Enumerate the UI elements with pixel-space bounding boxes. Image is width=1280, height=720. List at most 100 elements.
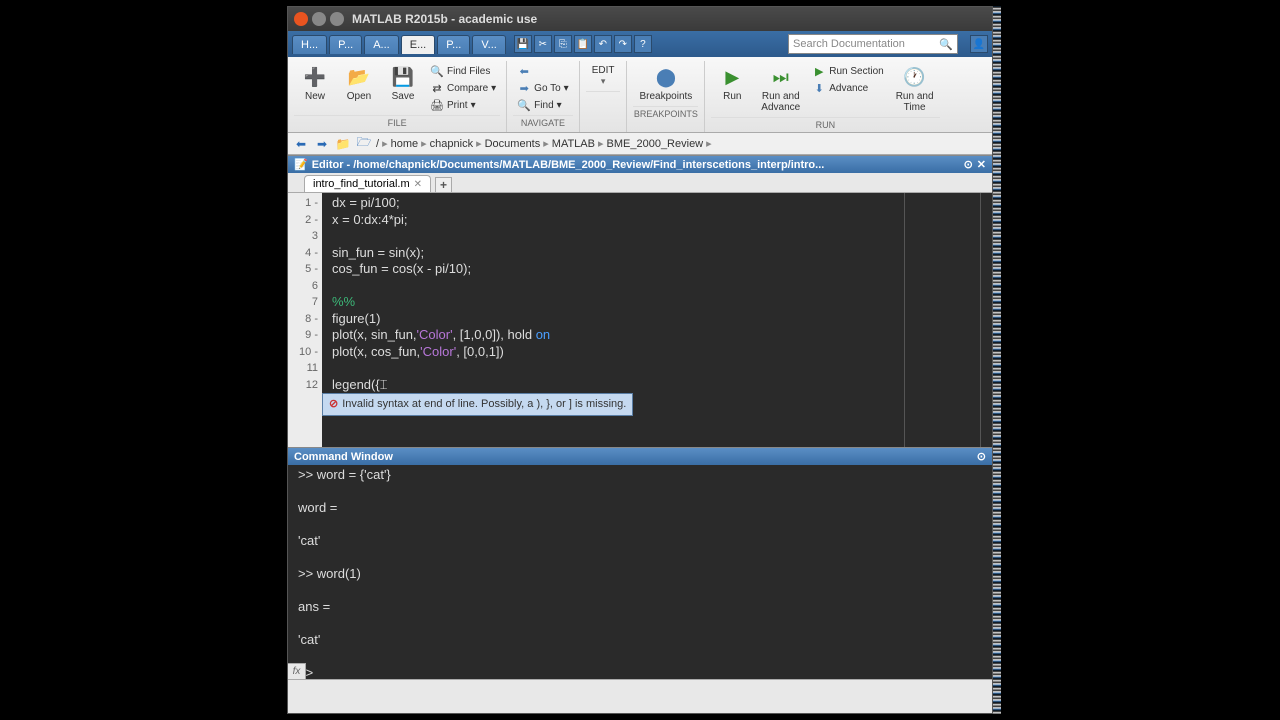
cmd-line: >> word(1) <box>298 566 982 583</box>
code-line: dx = pi/100; <box>332 195 992 212</box>
ribbon-group-breakpoints: ⬤ Breakpoints BREAKPOINTS <box>627 61 705 132</box>
print-button[interactable]: 🖨Print ▾ <box>426 97 500 113</box>
command-window[interactable]: >> word = {'cat'} word = 'cat' >> word(1… <box>288 465 992 679</box>
fx-icon[interactable]: fx <box>288 663 306 679</box>
play-icon: ▶ <box>720 65 744 89</box>
undo-icon[interactable]: ↶ <box>594 35 612 53</box>
path-project[interactable]: BME_2000_Review <box>607 138 704 150</box>
file-tabs: intro_find_tutorial.m ✕ + <box>288 173 992 193</box>
window-controls <box>294 12 344 26</box>
compare-button[interactable]: ⇄Compare ▾ <box>426 80 500 96</box>
toolstrip-tabs: H... P... A... E... P... V... 💾 ✂ ⎘ 📋 ↶ … <box>288 31 992 57</box>
magnify-icon: 🔍 <box>517 98 531 112</box>
save-button[interactable]: 💾 Save <box>382 63 424 104</box>
code-line: cos_fun = cos(x - pi/10); <box>332 261 992 278</box>
find-button[interactable]: 🔍Find ▾ <box>513 97 573 113</box>
editor-close-icon[interactable]: ✕ <box>977 158 986 171</box>
editor-menu-icon[interactable]: ⊙ <box>964 158 973 171</box>
new-button[interactable]: ➕ New <box>294 63 336 104</box>
run-section-button[interactable]: ▶Run Section <box>808 63 887 79</box>
status-bar <box>288 679 992 697</box>
cut-icon[interactable]: ✂ <box>534 35 552 53</box>
code-area[interactable]: dx = pi/100; x = 0:dx:4*pi; sin_fun = si… <box>322 193 992 447</box>
search-input[interactable]: Search Documentation 🔍 <box>788 34 958 54</box>
advance-icon: ⬇ <box>812 81 826 95</box>
command-window-header[interactable]: Command Window ⊙ <box>288 447 992 465</box>
tab-apps[interactable]: A... <box>364 35 399 54</box>
minimize-icon[interactable] <box>312 12 326 26</box>
tab-home[interactable]: H... <box>292 35 327 54</box>
file-tab-label: intro_find_tutorial.m <box>313 178 410 190</box>
path-docs[interactable]: Documents <box>485 138 541 150</box>
cmd-line <box>298 649 982 666</box>
quick-access: 💾 ✂ ⎘ 📋 ↶ ↷ ? <box>514 35 652 53</box>
editor-icon: 📝 <box>294 158 308 171</box>
titlebar[interactable]: MATLAB R2015b - academic use <box>288 7 992 31</box>
path-matlab[interactable]: MATLAB <box>552 138 595 150</box>
close-icon[interactable] <box>294 12 308 26</box>
login-icon[interactable]: 👤 <box>970 35 988 53</box>
disk-icon: 💾 <box>391 65 415 89</box>
tab-editor[interactable]: E... <box>401 35 436 54</box>
redo-icon[interactable]: ↷ <box>614 35 632 53</box>
run-time-button[interactable]: 🕐 Run and Time <box>890 63 940 115</box>
code-line: plot(x, sin_fun,'Color', [1,0,0]), hold … <box>332 327 992 344</box>
panel-menu-icon[interactable]: ⊙ <box>977 450 986 463</box>
clock-icon: 🕐 <box>903 65 927 89</box>
breakpoint-icon: ⬤ <box>654 65 678 89</box>
help-icon[interactable]: ? <box>634 35 652 53</box>
run-button[interactable]: ▶ Run <box>711 63 753 104</box>
code-line <box>332 228 992 245</box>
back-button[interactable]: ⬅ <box>292 136 310 152</box>
line-gutter: 1 -2 -34 -5 -678 -9 -10 -1112 <box>288 193 322 447</box>
insert-button[interactable]: ⬅ <box>513 63 573 79</box>
open-button[interactable]: 📂 Open <box>338 63 380 104</box>
code-line: x = 0:dx:4*pi; <box>332 212 992 229</box>
file-tab[interactable]: intro_find_tutorial.m ✕ <box>304 175 431 192</box>
editor[interactable]: 1 -2 -34 -5 -678 -9 -10 -1112 dx = pi/10… <box>288 193 992 447</box>
editor-panel-header[interactable]: 📝 Editor - /home/chapnick/Documents/MATL… <box>288 155 992 173</box>
code-line: figure(1) <box>332 311 992 328</box>
find-files-button[interactable]: 🔍Find Files <box>426 63 500 79</box>
breakpoints-button[interactable]: ⬤ Breakpoints <box>633 63 698 104</box>
path-user[interactable]: chapnick <box>430 138 473 150</box>
browse-icon[interactable]: 🗁 <box>355 136 373 152</box>
save-icon[interactable]: 💾 <box>514 35 532 53</box>
run-advance-button[interactable]: ⏭ Run and Advance <box>755 63 806 115</box>
goto-button[interactable]: ➡Go To ▾ <box>513 80 573 96</box>
code-analyzer-strip[interactable] <box>980 193 992 447</box>
search-icon: 🔍 <box>939 38 953 51</box>
ribbon-group-edit: EDIT ▾ <box>580 61 628 132</box>
tab-view[interactable]: V... <box>472 35 506 54</box>
close-tab-icon[interactable]: ✕ <box>414 179 422 190</box>
cmd-line <box>298 583 982 600</box>
artifact-strip <box>993 6 1001 714</box>
error-tooltip: ⊘ Invalid syntax at end of line. Possibl… <box>322 393 633 416</box>
add-tab-button[interactable]: + <box>435 177 452 192</box>
up-folder-icon[interactable]: 📁 <box>334 136 352 152</box>
path-root[interactable]: / <box>376 138 379 150</box>
path-home[interactable]: home <box>391 138 419 150</box>
ribbon: ➕ New 📂 Open 💾 Save 🔍Find Files ⇄Compare… <box>288 57 992 133</box>
editor-title: Editor - /home/chapnick/Documents/MATLAB… <box>312 159 825 171</box>
matlab-window: MATLAB R2015b - academic use H... P... A… <box>287 6 993 714</box>
command-window-title: Command Window <box>294 451 393 463</box>
cmd-line: >> <box>298 665 982 682</box>
editor-ruler <box>904 193 905 447</box>
error-icon: ⊘ <box>329 396 338 413</box>
cmd-line <box>298 517 982 534</box>
copy-icon[interactable]: ⎘ <box>554 35 572 53</box>
tab-publish[interactable]: P... <box>437 35 470 54</box>
cmd-line <box>298 484 982 501</box>
code-line <box>332 360 992 377</box>
maximize-icon[interactable] <box>330 12 344 26</box>
forward-button[interactable]: ➡ <box>313 136 331 152</box>
text-cursor-icon: ⌶ <box>380 377 390 394</box>
advance-button[interactable]: ⬇Advance <box>808 80 887 96</box>
cmd-line: 'cat' <box>298 632 982 649</box>
window-title: MATLAB R2015b - academic use <box>352 12 537 26</box>
tab-plots[interactable]: P... <box>329 35 362 54</box>
edit-menu[interactable]: EDIT ▾ <box>586 63 621 89</box>
paste-icon[interactable]: 📋 <box>574 35 592 53</box>
cmd-line: word = <box>298 500 982 517</box>
